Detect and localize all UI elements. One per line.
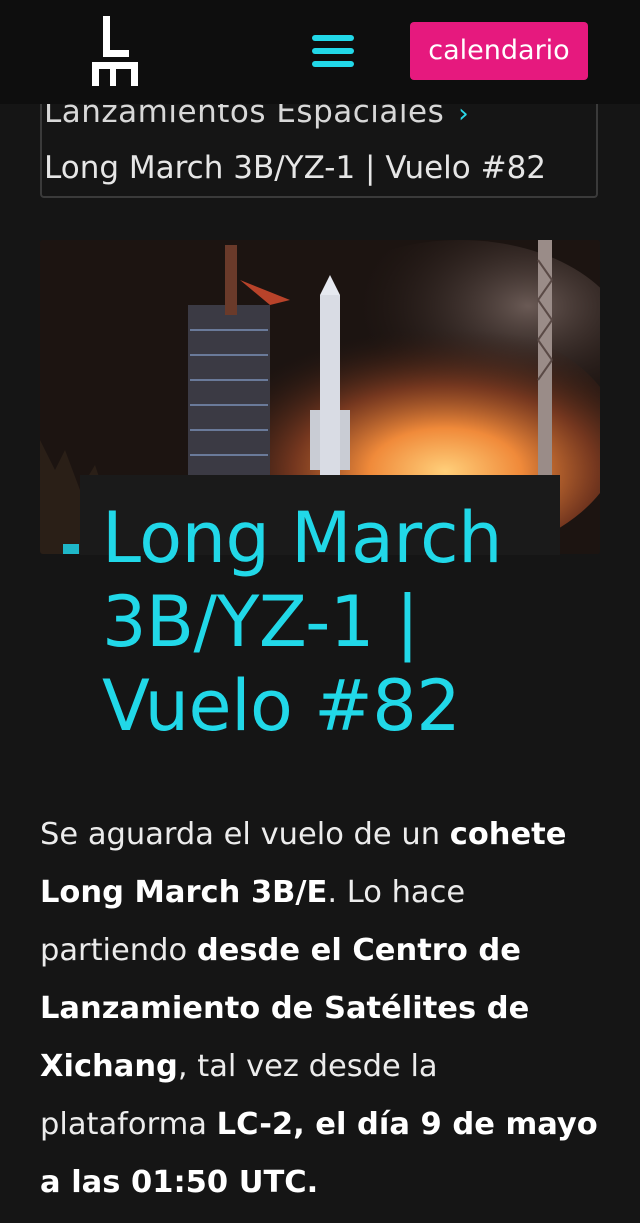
breadcrumb-current: Long March 3B/YZ-1 | Vuelo #82 — [44, 150, 547, 186]
page-title: Long March 3B/YZ-1 | Vuelo #82 — [102, 497, 503, 747]
article-paragraph: Se aguarda el vuelo de un cohete Long Ma… — [40, 806, 610, 1212]
le-logo-icon[interactable] — [92, 14, 140, 92]
calendar-button[interactable]: calendario — [410, 22, 588, 80]
article-text: Se aguarda el vuelo de un — [40, 817, 450, 852]
hamburger-menu-icon[interactable] — [312, 35, 354, 67]
site-header: calendario — [0, 0, 640, 104]
title-accent-mark — [63, 544, 79, 554]
